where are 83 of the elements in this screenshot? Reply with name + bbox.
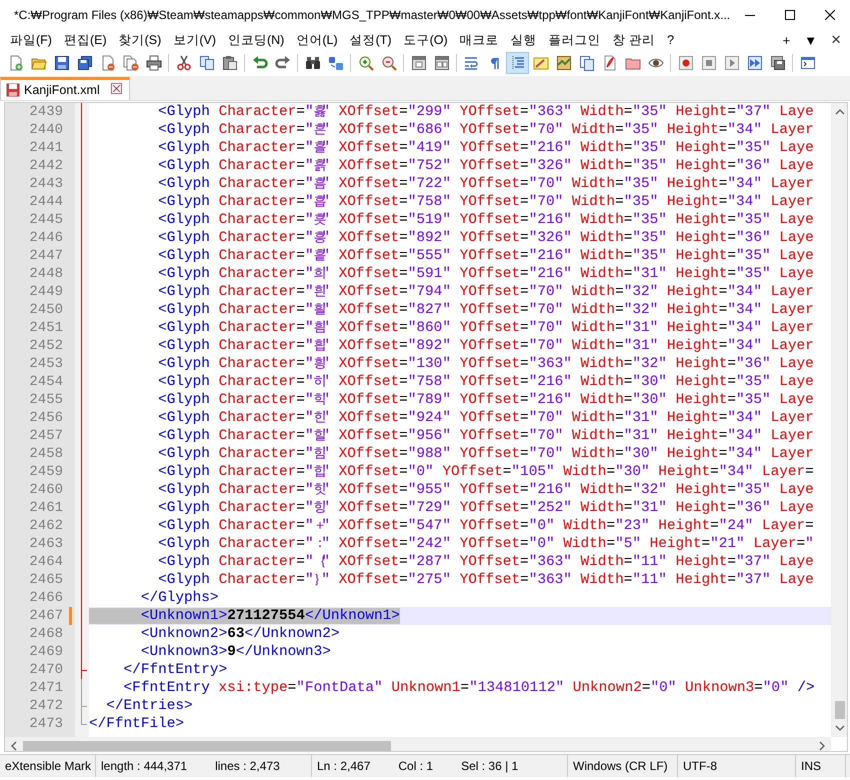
line-number: 2461 [28, 499, 64, 517]
line-number: 2459 [28, 463, 64, 481]
column-position: Col : 1 [398, 759, 434, 773]
code-line: <Glyph Character="흔" XOffset="686" YOffset="70" Width="35" Height="34" Layer [157, 122, 814, 138]
code-line: <Unknown2>63</Unknown2> [140, 626, 340, 642]
code-line: <Glyph Character="흣" XOffset="519" YOffset="216" Width="35" Height="35" Laye [157, 212, 814, 228]
line-number: 2445 [28, 211, 64, 229]
selection-label: Sel : 36 | 1 [461, 759, 518, 773]
line-number: 2460 [28, 481, 64, 499]
line-number: 2453 [28, 355, 64, 373]
menu-item[interactable]: 플러그인 [542, 30, 607, 50]
window-title: *C:₩Program Files (x86)₩Steam₩steamapps₩common₩MGS_TPP₩master₩0₩00₩Assets₩tpp₩font₩KanjiFont₩KanjiFont.x... [14, 8, 730, 22]
line-number: 2444 [28, 193, 64, 211]
length-label: length : 444,371 [101, 759, 188, 773]
code-line: <Unknown3>9</Unknown3> [140, 644, 331, 660]
line-number: 2468 [28, 625, 64, 643]
code-line: <Glyph Character="흡" XOffset="758" YOffset="70" Width="35" Height="34" Layer [157, 194, 814, 210]
line-number: 2450 [28, 301, 64, 319]
menu-item[interactable]: 찾기(S) [112, 30, 168, 50]
line-number: 2439 [28, 103, 64, 121]
file-tab[interactable]: KanjiFont.xml ☒ [0, 77, 130, 100]
code-line: </Glyphs> [140, 590, 219, 606]
lines-label: lines : 2,473 [215, 759, 280, 773]
line-number: 2441 [28, 139, 64, 157]
menu-item[interactable]: 도구(O) [398, 30, 454, 50]
menu-item[interactable]: 편집(E) [58, 30, 113, 50]
line-number: 2442 [28, 157, 64, 175]
code-line: </Entries> [105, 698, 193, 714]
menu-item[interactable]: 인코딩(N) [222, 30, 290, 50]
line-number: 2452 [28, 337, 64, 355]
line-number: 2440 [28, 121, 64, 139]
line-number: 2470 [28, 661, 64, 679]
code-line: <Glyph Character="흠" XOffset="722" YOffset="70" Width="35" Height="34" Layer [157, 176, 814, 192]
line-number: 2443 [28, 175, 64, 193]
menu-item[interactable]: 보기(V) [167, 30, 222, 50]
line-number: 2457 [28, 427, 64, 445]
code-line: </FfntFile> [89, 716, 184, 732]
line-number: 2463 [28, 535, 64, 553]
line-number: 2458 [28, 445, 64, 463]
line-number: 2462 [28, 517, 64, 535]
code-line: <Glyph Character="＋" XOffset="547" YOffset="0" Width="23" Height="24" Layer= [157, 518, 814, 534]
language-label: eXtensible Mark [5, 759, 92, 773]
code-line: <Glyph Character="흟" XOffset="299" YOffset="363" Width="35" Height="37" Laye [157, 104, 814, 120]
line-number: 2466 [28, 589, 64, 607]
code-line: </FfntEntry> [122, 662, 228, 678]
line-number: 2465 [28, 571, 64, 589]
code-line: <Glyph Character="흘" XOffset="419" YOffset="216" Width="35" Height="35" Laye [157, 140, 814, 156]
code-line: <Glyph Character="흩" XOffset="555" YOffset="216" Width="35" Height="35" Laye [157, 248, 814, 264]
line-number: 2472 [28, 697, 64, 715]
tab-label: KanjiFont.xml [24, 83, 100, 97]
code-line: <Glyph Character="：" XOffset="242" YOffset="0" Width="5" Height="21" Layer=" [157, 536, 814, 552]
dropdown-button[interactable]: ▼ [799, 32, 822, 48]
code-line: <FfntEntry xsi:type="FontData" Unknown1="134810112" Unknown2="0" Unknown3="0" /> [122, 680, 815, 696]
line-number: 2456 [28, 409, 64, 427]
close-button[interactable]: × [826, 30, 846, 50]
plus-button[interactable]: + [778, 32, 796, 48]
menu-item[interactable]: 파일(F) [4, 30, 58, 50]
line-ending-label: Windows (CR LF) [573, 759, 668, 773]
line-number: 2467 [28, 607, 64, 625]
menu-item[interactable]: 설정(T) [344, 30, 398, 50]
line-number: 2446 [28, 229, 64, 247]
menu-item[interactable]: 실행 [504, 30, 543, 50]
insert-mode-label: INS [801, 759, 822, 773]
line-position: Ln : 2,467 [317, 759, 370, 773]
menu-item[interactable]: 언어(L) [290, 30, 344, 50]
line-number: 2473 [28, 715, 64, 733]
encoding-label: UTF-8 [683, 759, 717, 773]
line-number: 2469 [28, 643, 64, 661]
line-number: 2447 [28, 247, 64, 265]
line-number: 2464 [28, 553, 64, 571]
menu-item[interactable]: 창 관리 [606, 30, 662, 50]
code-line: <Glyph Character="흙" XOffset="752" YOffset="326" Width="35" Height="36" Laye [157, 158, 814, 174]
line-number: 2448 [28, 265, 64, 283]
line-number: 2451 [28, 319, 64, 337]
line-number: 2471 [28, 679, 64, 697]
menu-item[interactable]: 매크로 [454, 30, 505, 50]
tab-close-button[interactable]: ☒ [110, 83, 124, 97]
line-number: 2454 [28, 373, 64, 391]
menu-item[interactable]: ? [661, 31, 680, 49]
line-number: 2455 [28, 391, 64, 409]
code-line: <Glyph Character="흥" XOffset="892" YOffset="326" Width="35" Height="36" Laye [157, 230, 814, 246]
line-number: 2449 [28, 283, 64, 301]
code-line: <Glyph Character="｝" XOffset="275" YOffset="363" Width="11" Height="37" Laye [157, 572, 814, 588]
